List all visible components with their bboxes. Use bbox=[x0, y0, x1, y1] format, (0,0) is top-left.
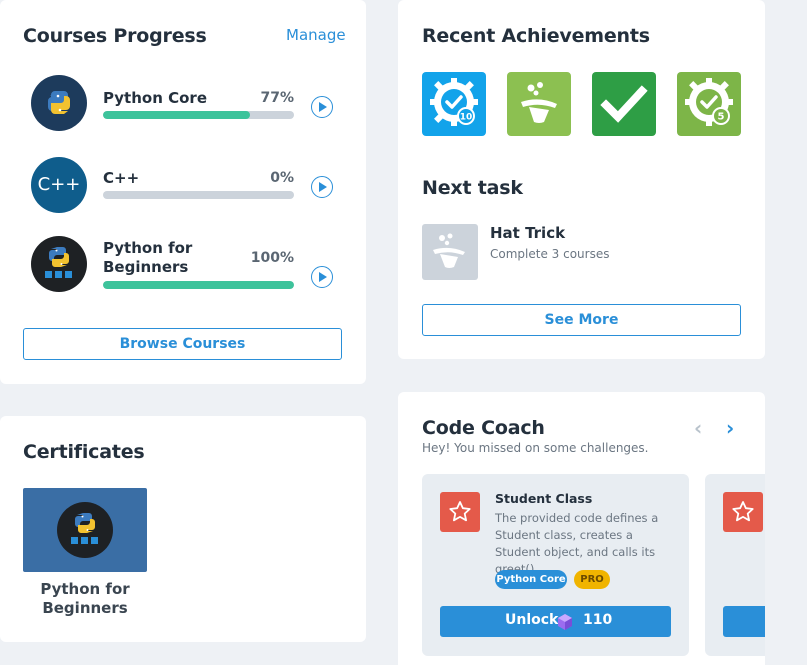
gem-icon bbox=[557, 613, 573, 631]
certificates-card: Certificates Python for Beginners bbox=[0, 416, 366, 642]
certificate-thumbnail bbox=[23, 488, 147, 572]
certificates-title: Certificates bbox=[23, 441, 145, 463]
continue-course-button[interactable] bbox=[311, 266, 333, 288]
code-coach-title: Code Coach bbox=[422, 417, 545, 439]
code-coach-card: Code Coach Hey! You missed on some chall… bbox=[398, 392, 765, 665]
course-progress-bar bbox=[103, 281, 294, 289]
chevron-left-icon[interactable]: ‹ bbox=[694, 416, 702, 440]
courses-progress-card: Courses Progress Manage Python Core 77% … bbox=[0, 0, 366, 384]
gear-badge-10-icon[interactable]: 10 bbox=[422, 72, 486, 136]
next-task-description: Complete 3 courses bbox=[490, 247, 610, 261]
next-task-item[interactable]: Hat Trick Complete 3 courses bbox=[422, 224, 742, 280]
course-title: Python Core bbox=[103, 89, 207, 107]
course-progress-bar bbox=[103, 111, 294, 119]
certificate-item[interactable]: Python for Beginners bbox=[23, 488, 147, 618]
course-percent: 100% bbox=[250, 250, 294, 266]
manage-link[interactable]: Manage bbox=[286, 26, 346, 44]
cpp-logo-text: C++ bbox=[37, 174, 81, 195]
star-icon bbox=[723, 492, 763, 532]
achievements-title: Recent Achievements bbox=[422, 25, 650, 47]
certificate-title: Python for Beginners bbox=[40, 580, 130, 617]
cpp-logo-icon: C++ bbox=[31, 157, 87, 213]
checkmark-icon[interactable] bbox=[592, 72, 656, 136]
courses-progress-title: Courses Progress bbox=[23, 25, 207, 47]
challenge-description: The provided code defines a Student clas… bbox=[495, 511, 659, 576]
see-more-button[interactable]: See More bbox=[422, 304, 741, 336]
browse-courses-button[interactable]: Browse Courses bbox=[23, 328, 342, 360]
unlock-button[interactable]: Unlock 110 bbox=[440, 606, 671, 637]
badge-number: 5 bbox=[718, 112, 725, 123]
course-title: C++ bbox=[103, 169, 140, 187]
challenge-title: Student Class bbox=[495, 491, 593, 506]
python-beginners-logo-icon bbox=[57, 502, 113, 558]
unlock-cost: 110 bbox=[583, 612, 613, 628]
gear-badge-5-icon[interactable]: 5 bbox=[677, 72, 741, 136]
challenge-card-next[interactable] bbox=[705, 474, 765, 656]
course-percent: 0% bbox=[270, 170, 294, 186]
badge-number: 10 bbox=[460, 113, 473, 123]
course-title: Python for Beginners bbox=[103, 239, 193, 276]
next-task-title: Next task bbox=[422, 177, 523, 199]
continue-course-button[interactable] bbox=[311, 96, 333, 118]
star-icon bbox=[440, 492, 480, 532]
challenge-card[interactable]: Student Class The provided code defines … bbox=[422, 474, 689, 656]
unlock-label: Unlock bbox=[505, 612, 559, 628]
hat-trick-icon[interactable] bbox=[507, 72, 571, 136]
next-task-name: Hat Trick bbox=[490, 224, 566, 242]
unlock-button[interactable] bbox=[723, 606, 765, 637]
python-logo-icon bbox=[31, 75, 87, 131]
pro-badge: PRO bbox=[574, 570, 610, 589]
hat-trick-icon bbox=[422, 224, 478, 280]
python-beginners-logo-icon bbox=[31, 236, 87, 292]
chevron-right-icon[interactable]: › bbox=[726, 416, 734, 440]
achievements-card: Recent Achievements 10 5 Next task Hat T… bbox=[398, 0, 765, 359]
code-coach-subtitle: Hey! You missed on some challenges. bbox=[422, 441, 649, 455]
continue-course-button[interactable] bbox=[311, 176, 333, 198]
language-tag: Python Core bbox=[495, 570, 567, 589]
course-progress-bar bbox=[103, 191, 294, 199]
course-progress-fill bbox=[103, 281, 294, 289]
course-progress-fill bbox=[103, 111, 251, 119]
course-percent: 77% bbox=[260, 90, 294, 106]
